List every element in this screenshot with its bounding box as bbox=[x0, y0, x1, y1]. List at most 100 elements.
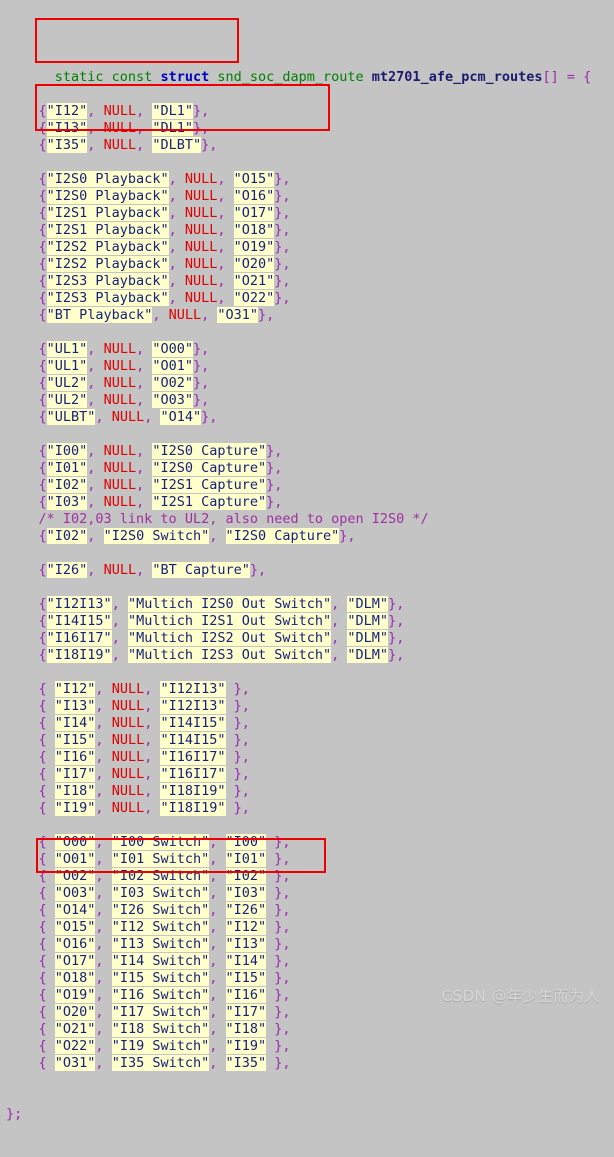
string-literal: "O14" bbox=[160, 409, 202, 425]
code-line: {"BT Playback", NULL, "O31"}, bbox=[6, 307, 608, 324]
null-literal: NULL bbox=[103, 460, 137, 476]
null-literal: NULL bbox=[111, 800, 145, 816]
punctuation: , bbox=[87, 460, 104, 476]
punctuation: , bbox=[111, 630, 128, 646]
string-literal: "DLM" bbox=[347, 647, 389, 663]
string-literal: "I14 Switch" bbox=[111, 953, 210, 969]
punctuation: { bbox=[38, 137, 47, 153]
null-literal: NULL bbox=[103, 137, 137, 153]
string-literal: "I03 Switch" bbox=[111, 885, 210, 901]
comment: /* I02,03 link to UL2, also need to open… bbox=[38, 511, 429, 527]
punctuation: , bbox=[217, 290, 234, 306]
null-literal: NULL bbox=[184, 188, 218, 204]
punctuation: , bbox=[136, 103, 153, 119]
string-literal: "I12" bbox=[54, 681, 96, 697]
punctuation: { bbox=[38, 749, 55, 765]
punctuation: , bbox=[87, 443, 104, 459]
string-literal: "I2S1 Capture" bbox=[152, 477, 267, 493]
punctuation: { bbox=[38, 1021, 55, 1037]
string-literal: "I01" bbox=[225, 851, 267, 867]
punctuation: { bbox=[38, 681, 55, 697]
punctuation: , bbox=[136, 341, 153, 357]
string-literal: "I18I19" bbox=[160, 783, 226, 799]
string-literal: "I16 Switch" bbox=[111, 987, 210, 1003]
punctuation: }, bbox=[274, 188, 291, 204]
punctuation: , bbox=[168, 222, 185, 238]
punctuation: { bbox=[38, 1038, 55, 1054]
code-line: { "I19", NULL, "I18I19" }, bbox=[6, 800, 608, 817]
punctuation: { bbox=[38, 715, 55, 731]
string-literal: "O17" bbox=[233, 205, 275, 221]
punctuation: , bbox=[144, 749, 161, 765]
punctuation: { bbox=[38, 120, 47, 136]
code-line: { "O17", "I14 Switch", "I14" }, bbox=[6, 953, 608, 970]
string-literal: "Multich I2S0 Out Switch" bbox=[127, 596, 332, 612]
punctuation: , bbox=[209, 970, 226, 986]
punctuation: , bbox=[95, 1038, 112, 1054]
string-literal: "I02" bbox=[46, 477, 88, 493]
code-line: {"I2S2 Playback", NULL, "O20"}, bbox=[6, 256, 608, 273]
string-literal: "I13" bbox=[225, 936, 267, 952]
string-literal: "I14" bbox=[54, 715, 96, 731]
string-literal: "I17 Switch" bbox=[111, 1004, 210, 1020]
string-literal: "Multich I2S2 Out Switch" bbox=[127, 630, 332, 646]
string-literal: "DLBT" bbox=[152, 137, 202, 153]
null-literal: NULL bbox=[103, 443, 137, 459]
string-literal: "I02 Switch" bbox=[111, 868, 210, 884]
string-literal: "I12I13" bbox=[160, 681, 226, 697]
code-line: {"I01", NULL, "I2S0 Capture"}, bbox=[6, 460, 608, 477]
code-line: { "O14", "I26 Switch", "I26" }, bbox=[6, 902, 608, 919]
punctuation: }, bbox=[266, 902, 291, 918]
string-literal: "I14I15" bbox=[46, 613, 112, 629]
code-line: { "O01", "I01 Switch", "I01" }, bbox=[6, 851, 608, 868]
punctuation: }, bbox=[225, 681, 250, 697]
punctuation: }, bbox=[192, 103, 210, 119]
punctuation: , bbox=[144, 800, 161, 816]
punctuation: }, bbox=[266, 953, 291, 969]
punctuation: }, bbox=[258, 307, 275, 323]
punctuation: , bbox=[95, 885, 112, 901]
string-literal: "I13" bbox=[54, 698, 96, 714]
punctuation: { bbox=[38, 239, 47, 255]
code-line: { "I14", NULL, "I14I15" }, bbox=[6, 715, 608, 732]
punctuation: }, bbox=[266, 868, 291, 884]
punctuation: }, bbox=[266, 885, 291, 901]
punctuation: { bbox=[38, 868, 55, 884]
string-literal: "ULBT" bbox=[46, 409, 96, 425]
string-literal: "I12I13" bbox=[46, 596, 112, 612]
string-literal: "O20" bbox=[54, 1004, 96, 1020]
punctuation: }, bbox=[225, 783, 250, 799]
punctuation: , bbox=[144, 766, 161, 782]
string-literal: "I12I13" bbox=[160, 698, 226, 714]
string-literal: "O15" bbox=[54, 919, 96, 935]
string-literal: "I16" bbox=[54, 749, 96, 765]
punctuation: { bbox=[38, 902, 55, 918]
punctuation: , bbox=[95, 783, 112, 799]
null-literal: NULL bbox=[111, 732, 145, 748]
null-literal: NULL bbox=[111, 766, 145, 782]
csdn-watermark: CSDN @年少生而为人 bbox=[441, 987, 600, 1005]
punctuation: { bbox=[38, 800, 55, 816]
string-literal: "I16I17" bbox=[160, 749, 226, 765]
code-line: { "O03", "I03 Switch", "I03" }, bbox=[6, 885, 608, 902]
string-literal: "I13 Switch" bbox=[111, 936, 210, 952]
punctuation: { bbox=[38, 647, 47, 663]
punctuation: { bbox=[38, 494, 47, 510]
string-literal: "I17" bbox=[54, 766, 96, 782]
string-literal: "O03" bbox=[152, 392, 193, 408]
punctuation: }, bbox=[266, 936, 291, 952]
punctuation: , bbox=[95, 902, 112, 918]
string-literal: "I15 Switch" bbox=[111, 970, 210, 986]
string-literal: "I26 Switch" bbox=[111, 902, 210, 918]
array-identifier: mt2701_afe_pcm_routes bbox=[371, 69, 543, 85]
string-literal: "I2S0 Capture" bbox=[152, 443, 267, 459]
source-code-listing[interactable]: static const struct snd_soc_dapm_route m… bbox=[6, 1, 608, 1157]
punctuation: , bbox=[209, 885, 226, 901]
string-literal: "O15" bbox=[233, 171, 275, 187]
code-line: {"UL1", NULL, "O01"}, bbox=[6, 358, 608, 375]
string-literal: "O01" bbox=[152, 358, 193, 374]
punctuation: , bbox=[87, 392, 104, 408]
